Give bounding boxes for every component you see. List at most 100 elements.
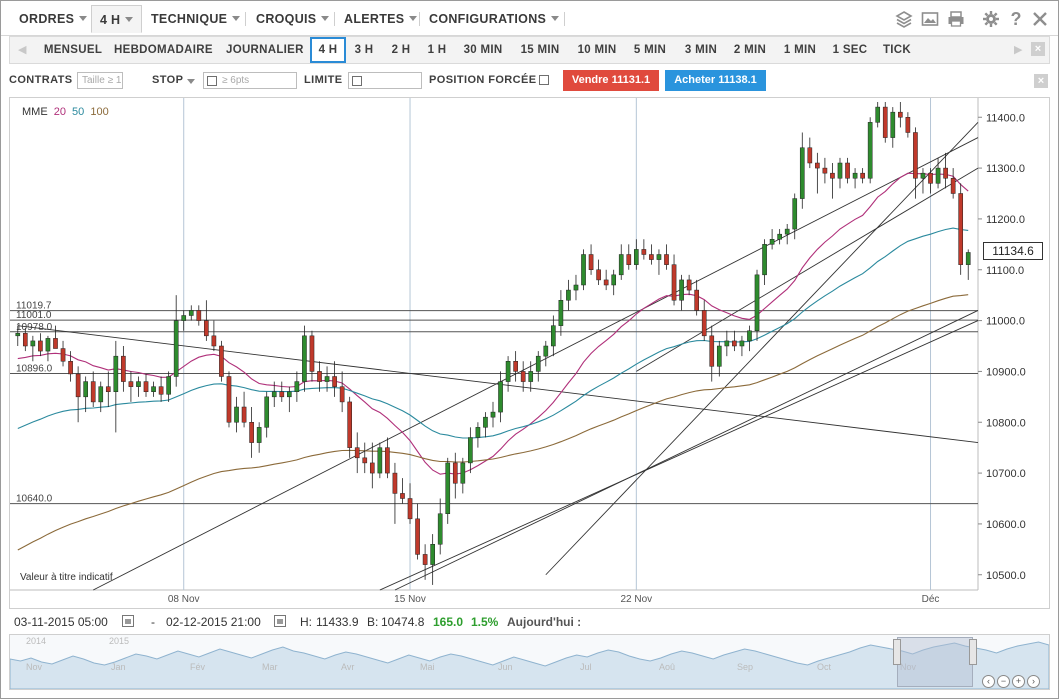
menu-technical[interactable]: TECHNIQUE — [143, 5, 248, 33]
candle-body — [241, 406, 247, 423]
timeframe-30min[interactable]: 30 MIN — [460, 37, 506, 63]
candle-body — [543, 345, 549, 357]
navigator-year: 2014 — [26, 636, 47, 646]
chevron-down-icon — [125, 17, 134, 22]
navigator-month: Fév — [190, 662, 206, 672]
timeframe-1min[interactable]: 1 MIN — [780, 37, 820, 63]
sell-button[interactable]: Vendre 11131.1 — [563, 70, 659, 91]
layers-icon[interactable] — [895, 10, 913, 28]
candle-body — [905, 117, 911, 133]
candle-body — [151, 386, 156, 392]
candle-body — [573, 284, 579, 291]
calendar-icon[interactable] — [122, 615, 134, 627]
timeframe-2min[interactable]: 2 MIN — [730, 37, 770, 63]
limit-checkbox[interactable] — [352, 76, 362, 86]
change-percent: 1.5% — [471, 615, 499, 629]
help-icon[interactable]: ? — [1007, 10, 1025, 28]
candle-body — [686, 279, 692, 291]
navigator-right-handle[interactable] — [969, 639, 977, 665]
candle-body — [422, 554, 428, 565]
candle-body — [219, 345, 224, 377]
stop-input[interactable]: ≥ 6pts — [203, 72, 297, 89]
scroll-left-arrow-icon[interactable]: ◀ — [18, 43, 28, 57]
menu-configurations[interactable]: CONFIGURATIONS — [421, 5, 567, 33]
candle-body — [121, 355, 126, 382]
chevron-down-icon[interactable] — [187, 79, 195, 84]
calendar-icon[interactable] — [274, 615, 286, 627]
close-icon[interactable] — [1031, 10, 1049, 28]
range-separator: - — [151, 615, 155, 629]
candle-body — [898, 111, 903, 118]
range-start-date[interactable]: 03-11-2015 05:00 — [14, 615, 108, 629]
timeframe-weekly[interactable]: HEBDOMADAIRE — [114, 37, 212, 63]
scroll-right-arrow-icon[interactable]: ▶ — [1014, 43, 1024, 57]
candle-body — [181, 315, 187, 321]
range-end-date[interactable]: 02-12-2015 21:00 — [166, 615, 261, 629]
time-navigator[interactable]: 2014 2015 Nov Jan Fév Mar Avr Mai Jun Ju… — [9, 634, 1050, 690]
candle-body — [928, 172, 933, 184]
timeframe-2h[interactable]: 2 H — [388, 37, 414, 63]
timeframe-monthly[interactable]: MENSUEL — [40, 37, 106, 63]
forced-position-checkbox[interactable] — [539, 75, 549, 85]
candle-body — [90, 381, 96, 403]
timeframe-1h[interactable]: 1 H — [424, 37, 450, 63]
timeframe-5min[interactable]: 5 MIN — [630, 37, 670, 63]
chart-canvas[interactable]: 11019.711001.010978.010896.010640.0 1140… — [10, 98, 1049, 608]
menu-interval[interactable]: 4 H — [91, 5, 143, 33]
timeframe-4h[interactable]: 4 H — [310, 37, 346, 63]
candle-body — [709, 335, 715, 367]
close-icon[interactable]: × — [1034, 74, 1048, 88]
menu-alerts[interactable]: ALERTES — [336, 5, 425, 33]
nav-prev-icon[interactable]: ‹ — [982, 675, 995, 688]
navigator-selection-window[interactable] — [897, 637, 973, 687]
timeframe-10min[interactable]: 10 MIN — [574, 37, 620, 63]
forced-position-label: POSITION FORCÉE — [429, 74, 537, 86]
buy-button[interactable]: Acheter 11138.1 — [665, 70, 766, 91]
candle-body — [505, 361, 511, 382]
candle-body — [98, 386, 104, 403]
candle-body — [15, 333, 21, 337]
x-tick-label: Déc — [922, 594, 940, 605]
candle-body — [747, 330, 752, 342]
timeframe-3h[interactable]: 3 H — [351, 37, 377, 63]
candle-body — [701, 310, 707, 337]
candle-body — [513, 361, 518, 372]
candle-body — [204, 320, 209, 337]
candle-body — [633, 249, 639, 265]
timeframe-15min[interactable]: 15 MIN — [517, 37, 563, 63]
candle-body — [445, 462, 451, 514]
gear-icon[interactable] — [982, 10, 1000, 28]
timeframe-1sec[interactable]: 1 SEC — [830, 37, 870, 63]
candle-body — [279, 391, 285, 398]
timeframe-daily[interactable]: JOURNALIER — [226, 37, 303, 63]
menu-sketches[interactable]: CROQUIS — [248, 5, 337, 33]
y-tick-label: 11200.0 — [986, 214, 1025, 226]
close-icon[interactable]: × — [1031, 42, 1045, 56]
candle-body — [807, 147, 813, 164]
price-chart[interactable]: 11019.711001.010978.010896.010640.0 1140… — [9, 97, 1050, 609]
navigator-left-handle[interactable] — [893, 639, 901, 665]
top-menu-bar: ORDRES 4 H TECHNIQUE CROQUIS ALERTES CON… — [1, 1, 1058, 36]
candle-body — [460, 462, 466, 484]
ema-20-line — [17, 172, 969, 475]
zoom-out-icon[interactable]: − — [997, 675, 1010, 688]
contracts-input[interactable]: Taille ≥ 1 — [77, 72, 123, 89]
candle-body — [581, 254, 586, 286]
zoom-in-icon[interactable]: + — [1012, 675, 1025, 688]
print-icon[interactable] — [947, 10, 965, 28]
candle-body — [196, 310, 202, 321]
candle-body — [30, 340, 36, 347]
candle-body — [498, 381, 503, 413]
candle-body — [105, 386, 111, 392]
menu-orders[interactable]: ORDRES — [11, 5, 95, 33]
candle-body — [128, 381, 134, 387]
timeframe-3min[interactable]: 3 MIN — [681, 37, 721, 63]
image-icon[interactable] — [921, 10, 939, 28]
candle-body — [143, 381, 149, 393]
candle-body — [596, 269, 601, 281]
candle-body — [339, 386, 345, 403]
nav-next-icon[interactable]: › — [1027, 675, 1040, 688]
candle-body — [611, 274, 617, 286]
timeframe-tick[interactable]: TICK — [880, 37, 914, 63]
stop-checkbox[interactable] — [207, 76, 217, 86]
